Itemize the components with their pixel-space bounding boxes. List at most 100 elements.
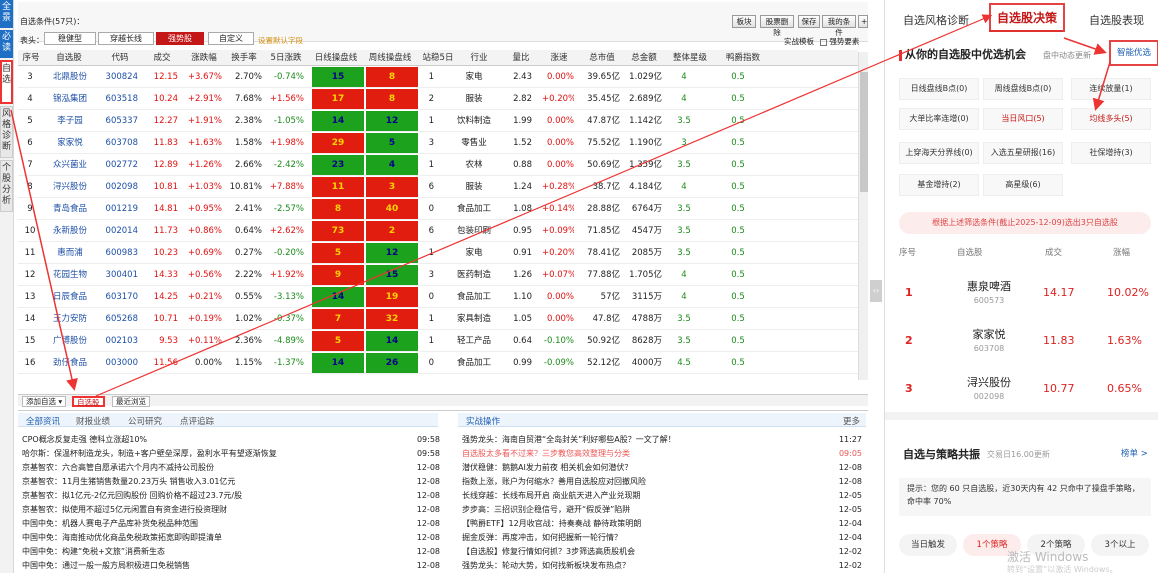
news-title[interactable]: 强势龙头：海南自贸港“全岛封关”利好哪些A股？一文了解！ bbox=[462, 435, 676, 444]
col-stand-5day[interactable]: 站稳5日 bbox=[418, 50, 458, 66]
cell-name[interactable]: 花园生物 bbox=[46, 264, 94, 286]
news-title[interactable]: 中国中免：机器人赛电子产品库补货免税品种范围 bbox=[22, 519, 198, 528]
cell-name[interactable]: 广博股份 bbox=[46, 330, 94, 352]
cell-name[interactable]: 永新股份 bbox=[46, 220, 94, 242]
cell-name[interactable]: 青岛食品 bbox=[46, 198, 94, 220]
add-condition-button[interactable]: + bbox=[858, 15, 868, 28]
news-title[interactable]: 中国中免：通过一般一般方局积极进口免税销售 bbox=[22, 561, 190, 570]
col-speed[interactable]: 涨速 bbox=[542, 50, 576, 66]
filter-tag[interactable]: 均线多头(5) bbox=[1071, 108, 1151, 130]
news-item[interactable]: 强势龙头：轮动大势，如何找新板块发布热点？ 12-02 bbox=[462, 559, 864, 572]
news-item[interactable]: 中国中免：通过一般一般方局积极进口免税销售 12-08 bbox=[22, 559, 442, 572]
sidebar-tab-must-read[interactable]: 必读 bbox=[0, 30, 13, 58]
cell-name[interactable]: 众兴菌业 bbox=[46, 154, 94, 176]
table-row[interactable]: 8 浔兴股份 002098 10.81 +1.03% 10.81% +7.88% 11 3 6 服装… bbox=[18, 176, 858, 198]
strategy-pill[interactable]: 3个以上 bbox=[1091, 534, 1149, 556]
news-title[interactable]: 京基智农：拟使用不超过5亿元闲置自有资金进行投资理财 bbox=[22, 505, 227, 514]
sidebar-tab-watchlist[interactable]: 自选 bbox=[0, 60, 13, 104]
set-default-link[interactable]: 设置默认字段 bbox=[258, 35, 303, 46]
table-row[interactable]: 9 青岛食品 001219 14.81 +0.95% 2.41% -2.57% 8 40 0 食品加… bbox=[18, 198, 858, 220]
news-tab-all[interactable]: 全部资讯 bbox=[26, 415, 60, 427]
tab-stable[interactable]: 稳健型 bbox=[44, 32, 96, 45]
pick-row[interactable]: 2 家家悦 603708 11.83 1.63% bbox=[885, 318, 1158, 362]
filter-tag[interactable]: 上穿海天分界线(0) bbox=[899, 142, 979, 164]
filter-tag[interactable]: 大单比率连增(0) bbox=[899, 108, 979, 130]
news-title[interactable]: 步步高：三招识别企稳信号，避开“假反弹”陷阱 bbox=[462, 505, 630, 514]
news-title[interactable]: 京基智农：拟1亿元-2亿元回购股份 回购价格不超过23.7元/股 bbox=[22, 491, 242, 500]
delete-stock-button[interactable]: 股票删除 bbox=[760, 15, 794, 37]
filter-tag[interactable]: 入选五星研报(16) bbox=[983, 142, 1063, 164]
col-turnover[interactable]: 换手率 bbox=[224, 50, 264, 66]
my-conditions-button[interactable]: 我的条件 bbox=[822, 15, 856, 37]
watchlist-tab[interactable]: 自选股 bbox=[72, 396, 105, 407]
col-amount[interactable]: 总金额 bbox=[624, 50, 664, 66]
pick-row[interactable]: 3 浔兴股份 002098 10.77 0.65% bbox=[885, 366, 1158, 410]
news-item[interactable]: 潜伏稳健：鹅鹅AI发力前夜 相关机会如何潜伏？ 12-08 bbox=[462, 461, 864, 474]
col-daily-line[interactable]: 日线操盘线 bbox=[310, 50, 362, 66]
sector-button[interactable]: 板块 bbox=[732, 15, 756, 28]
cell-name[interactable]: 劲仔食品 bbox=[46, 352, 94, 374]
news-item[interactable]: 中国中免：构建“免税+文旅”消费新生态 12-08 bbox=[22, 545, 442, 558]
news-item[interactable]: 京基智农：11月生猪销售数量20.23万头 销售收入3.01亿元 12-08 bbox=[22, 475, 442, 488]
col-code[interactable]: 代码 bbox=[102, 50, 138, 66]
news-item[interactable]: 中国中免：海南推动优化商品免税政策拓宽即购即提清单 12-08 bbox=[22, 531, 442, 544]
col-industry[interactable]: 行业 bbox=[464, 50, 494, 66]
news-title[interactable]: 【鸭爵ETF】12月收官战：持奏奏战 静待政策明朗 bbox=[462, 519, 641, 528]
news-title[interactable]: 长线穿越：长线布局开启 商业航天进入产业兑现期 bbox=[462, 491, 641, 500]
news-tab-earnings[interactable]: 财报业绩 bbox=[76, 415, 110, 427]
news-title[interactable]: 强势龙头：轮动大势，如何找新板块发布热点？ bbox=[462, 561, 630, 570]
ranking-link[interactable]: 榜单 > bbox=[1121, 447, 1148, 459]
news-title[interactable]: 自选股太多看不过来？三步教您高效整理与分类 bbox=[462, 449, 630, 458]
news-item[interactable]: 京基智农：拟1亿元-2亿元回购股份 回购价格不超过23.7元/股 12-08 bbox=[22, 489, 442, 502]
news-item[interactable]: 【鸭爵ETF】12月收官战：持奏奏战 静待政策明朗 12-04 bbox=[462, 517, 864, 530]
news-title[interactable]: 中国中免：构建“免税+文旅”消费新生态 bbox=[22, 547, 165, 556]
news-tab-practice[interactable]: 实战操作 bbox=[466, 415, 500, 427]
strong-factor-checkbox[interactable]: 强势要素 bbox=[820, 36, 859, 47]
strategy-pill[interactable]: 当日触发 bbox=[899, 534, 957, 556]
cell-name[interactable]: 浔兴股份 bbox=[46, 176, 94, 198]
news-item[interactable]: 指数上涨，账户为何缩水？善用自选股应对回撤风险 12-08 bbox=[462, 475, 864, 488]
scrollbar-thumb[interactable] bbox=[860, 72, 868, 192]
cell-name[interactable]: 家家悦 bbox=[46, 132, 94, 154]
news-item[interactable]: 长线穿越：长线布局开启 商业航天进入产业兑现期 12-05 bbox=[462, 489, 864, 502]
news-tab-review[interactable]: 点评追踪 bbox=[180, 415, 214, 427]
news-more-link[interactable]: 更多 bbox=[843, 415, 860, 427]
news-item[interactable]: 京基智农：六合高管自愿承诺六个月内不减持公司股份 12-08 bbox=[22, 461, 442, 474]
news-title[interactable]: 【自选股】修复行情如何抓？3步筛选高质股机会 bbox=[462, 547, 635, 556]
filter-tag[interactable]: 日线盘线B点(0) bbox=[899, 78, 979, 100]
news-item[interactable]: 中国中免：机器人赛电子产品库补货免税品种范围 12-08 bbox=[22, 517, 442, 530]
cell-name[interactable]: 惠而浦 bbox=[46, 242, 94, 264]
news-item[interactable]: 强势龙头：海南自贸港“全岛封关”利好哪些A股？一文了解！ 11:27 bbox=[462, 433, 864, 446]
table-scrollbar[interactable] bbox=[858, 52, 868, 380]
news-title[interactable]: 指数上涨，账户为何缩水？善用自选股应对回撤风险 bbox=[462, 477, 646, 486]
news-item[interactable]: 自选股太多看不过来？三步教您高效整理与分类 09:05 bbox=[462, 447, 864, 460]
table-row[interactable]: 15 广博股份 002103 9.53 +0.11% 2.36% -4.89% 5 14 1 轻工产… bbox=[18, 330, 858, 352]
recent-tab[interactable]: 最近浏览 bbox=[112, 396, 150, 407]
filter-tag[interactable]: 连续放量(1) bbox=[1071, 78, 1151, 100]
add-watchlist-button[interactable]: 添加自选 ▾ bbox=[22, 396, 67, 407]
pick-row[interactable]: 1 惠泉啤酒 600573 14.17 10.02% bbox=[885, 270, 1158, 314]
filter-tag[interactable]: 周线盘线B点(0) bbox=[983, 78, 1063, 100]
news-title[interactable]: 潜伏稳健：鹅鹅AI发力前夜 相关机会如何潜伏？ bbox=[462, 463, 632, 472]
news-item[interactable]: 【自选股】修复行情如何抓？3步筛选高质股机会 12-02 bbox=[462, 545, 864, 558]
cell-name[interactable]: 李子园 bbox=[46, 110, 94, 132]
table-row[interactable]: 16 劲仔食品 003000 11.56 0.00% 1.15% -1.37% 14 26 0 食品… bbox=[18, 352, 858, 374]
col-5day[interactable]: 5日涨跌 bbox=[266, 50, 306, 66]
col-index[interactable]: 序号 bbox=[18, 50, 44, 66]
news-item[interactable]: 京基智农：拟使用不超过5亿元闲置自有资金进行投资理财 12-08 bbox=[22, 503, 442, 516]
col-weekly-line[interactable]: 周线操盘线 bbox=[364, 50, 416, 66]
table-row[interactable]: 6 家家悦 603708 11.83 +1.63% 1.58% +1.98% 29 5 3 零售业 1… bbox=[18, 132, 858, 154]
tab-watchlist-decision[interactable]: 自选股决策 bbox=[989, 3, 1066, 32]
news-title[interactable]: 掘金反弹：再度冲击，如何把握新一轮行情？ bbox=[462, 533, 622, 542]
panel-collapse-handle[interactable]: ‹› bbox=[870, 280, 882, 302]
table-row[interactable]: 4 锦泓集团 603518 10.24 +2.91% 7.68% +1.56% 17 8 2 服装 2… bbox=[18, 88, 858, 110]
table-row[interactable]: 7 众兴菌业 002772 12.89 +1.26% 2.66% -2.42% 23 4 1 农林 0… bbox=[18, 154, 858, 176]
table-row[interactable]: 3 北鼎股份 300824 12.15 +3.67% 2.70% -0.74% 15 8 1 家电 2… bbox=[18, 66, 858, 88]
cell-name[interactable]: 日辰食品 bbox=[46, 286, 94, 308]
col-name[interactable]: 自选股 bbox=[46, 50, 92, 66]
cell-name[interactable]: 王力安防 bbox=[46, 308, 94, 330]
news-title[interactable]: 中国中免：海南推动优化商品免税政策拓宽即购即提清单 bbox=[22, 533, 222, 542]
col-star[interactable]: 整体星级 bbox=[666, 50, 714, 66]
sidebar-tab-style-diagnosis[interactable]: 风格诊断 bbox=[0, 106, 13, 158]
tab-longline[interactable]: 穿越长线 bbox=[98, 32, 154, 45]
